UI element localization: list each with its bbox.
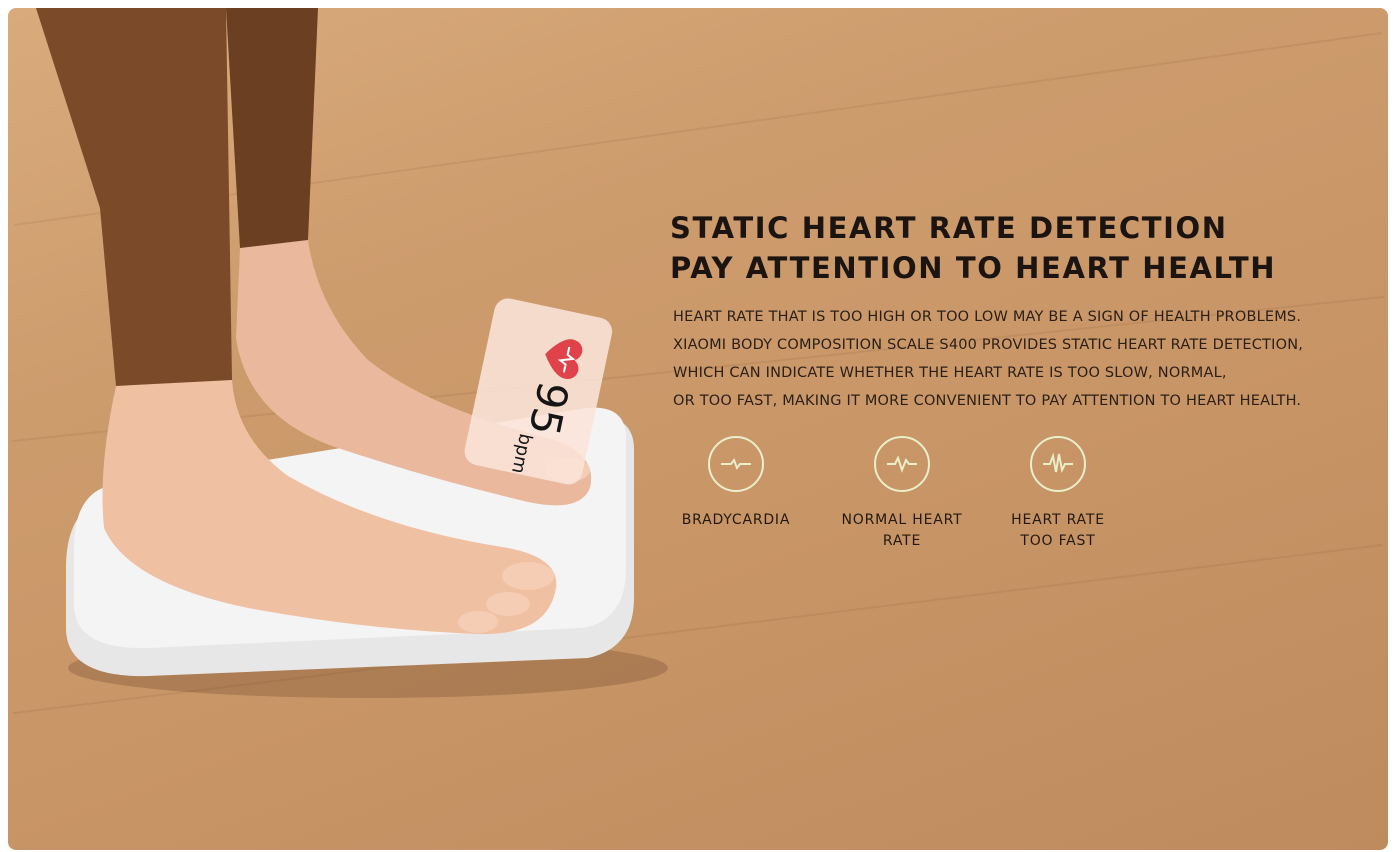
category-label-line-1: BRADYCARDIA: [681, 512, 791, 528]
product-photo: 95 bpm: [36, 8, 668, 698]
body-line-4: OR TOO FAST, MAKING IT MORE CONVENIENT T…: [673, 393, 1302, 409]
body-line-1: HEART RATE THAT IS TOO HIGH OR TOO LOW M…: [673, 309, 1302, 325]
category-normal: NORMAL HEART RATE: [827, 436, 977, 552]
headline-line-2: PAY ATTENTION TO HEART HEALTH: [670, 251, 1277, 285]
pulse-slow-icon: [708, 436, 764, 492]
body-copy: HEART RATE THAT IS TOO HIGH OR TOO LOW M…: [673, 303, 1303, 415]
pulse-normal-icon: [874, 436, 930, 492]
body-line-2: XIAOMI BODY COMPOSITION SCALE S400 PROVI…: [673, 337, 1304, 353]
pulse-fast-icon: [1030, 436, 1086, 492]
headline: STATIC HEART RATE DETECTION PAY ATTENTIO…: [670, 208, 1276, 288]
category-too-fast: HEART RATE TOO FAST: [983, 436, 1133, 552]
banner: 95 bpm STATIC HEART RATE DETECTION PAY A…: [8, 8, 1388, 850]
category-bradycardia: BRADYCARDIA: [661, 436, 811, 531]
body-line-3: WHICH CAN INDICATE WHETHER THE HEART RAT…: [673, 365, 1227, 381]
leg-right: [226, 8, 318, 249]
category-label-line-1: HEART RATE: [1011, 512, 1105, 528]
headline-line-1: STATIC HEART RATE DETECTION: [670, 211, 1228, 245]
category-label-line-2: RATE: [882, 533, 922, 549]
category-label-line-2: TOO FAST: [1020, 533, 1096, 549]
category-label-line-1: NORMAL HEART: [841, 512, 963, 528]
leg-left: [36, 8, 232, 392]
